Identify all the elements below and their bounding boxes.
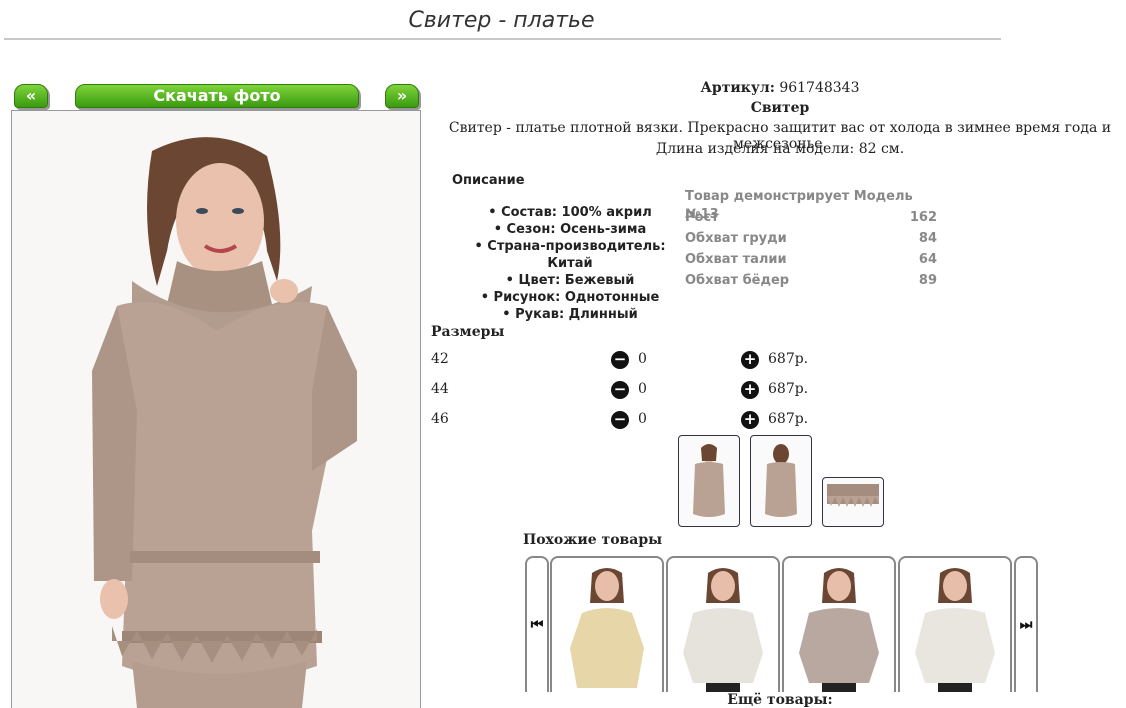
similar-product-image (570, 568, 644, 688)
size-label: 42 (431, 351, 449, 367)
product-name: Свитер (750, 100, 810, 116)
description-item: • Цвет: Бежевый (505, 273, 635, 288)
size-row: 44 − 0 + 687р. (431, 379, 811, 401)
page-title: Свитер - платье (408, 8, 595, 33)
model-row: Обхват бёдер 89 (685, 273, 937, 288)
description-list: • Состав: 100% акрил • Сезон: Осень-зима… (450, 204, 690, 323)
article-value: 961748343 (779, 80, 860, 96)
size-label: 46 (431, 411, 449, 427)
description-item: • Рукав: Длинный (502, 307, 638, 322)
thumbnail-detail[interactable] (822, 477, 884, 527)
quantity-value: 0 (638, 351, 647, 367)
minus-icon[interactable]: − (611, 351, 629, 369)
thumbnail-image (765, 444, 797, 517)
minus-icon[interactable]: − (611, 411, 629, 429)
more-products-heading: Ещё товары: (727, 692, 833, 708)
model-in-sweater-image (12, 111, 420, 708)
similar-product-card[interactable] (666, 556, 780, 692)
plus-icon[interactable]: + (741, 351, 759, 369)
price: 687р. (768, 411, 809, 427)
model-measurements: Товар демонстрирует Модель №13 Рост 162 О… (685, 188, 937, 293)
description-item: • Страна-производитель: Китай (474, 239, 666, 271)
prev-photo-button[interactable]: « (14, 84, 48, 108)
similar-product-card[interactable] (898, 556, 1012, 692)
article-line: Артикул: 961748343 (430, 80, 1126, 96)
model-row: Обхват груди 84 (685, 231, 937, 246)
description-item: • Сезон: Осень-зима (493, 222, 647, 237)
quantity-value: 0 (638, 381, 647, 397)
model-heading: Товар демонстрирует Модель №13 (685, 189, 913, 222)
price: 687р. (768, 381, 809, 397)
title-divider (4, 38, 1001, 40)
size-row: 46 − 0 + 687р. (431, 409, 811, 431)
similar-product-image (799, 568, 879, 692)
main-product-photo (11, 110, 421, 708)
sizes-heading: Размеры (431, 324, 505, 340)
next-photo-button[interactable]: » (385, 84, 419, 108)
similar-product-card[interactable] (550, 556, 664, 692)
size-row: 42 − 0 + 687р. (431, 349, 811, 371)
thumbnail-image (827, 484, 879, 507)
thumbnail-front[interactable] (678, 435, 740, 527)
price: 687р. (768, 351, 809, 367)
description-heading: Описание (452, 173, 525, 188)
model-row: Рост 162 (685, 210, 937, 225)
plus-icon[interactable]: + (741, 381, 759, 399)
description-item: • Рисунок: Однотонные (480, 290, 660, 305)
similar-product-card[interactable] (782, 556, 896, 692)
similar-product-image (683, 568, 763, 692)
similar-products-heading: Похожие товары (523, 532, 663, 548)
model-row: Обхват талии 64 (685, 252, 937, 267)
size-label: 44 (431, 381, 449, 397)
quantity-value: 0 (638, 411, 647, 427)
download-photo-button[interactable]: Скачать фото (75, 84, 359, 108)
description-item: • Состав: 100% акрил (488, 205, 652, 220)
product-length: Длина изделия на модели: 82 см. (655, 141, 905, 157)
thumbnail-image (693, 444, 725, 517)
similar-product-image (915, 568, 995, 692)
minus-icon[interactable]: − (611, 381, 629, 399)
thumbnail-back[interactable] (750, 435, 812, 527)
carousel-next-button[interactable]: ⏭ (1014, 556, 1038, 692)
carousel-prev-button[interactable]: ⏮ (525, 556, 549, 692)
article-label: Артикул: (700, 80, 775, 96)
plus-icon[interactable]: + (741, 411, 759, 429)
